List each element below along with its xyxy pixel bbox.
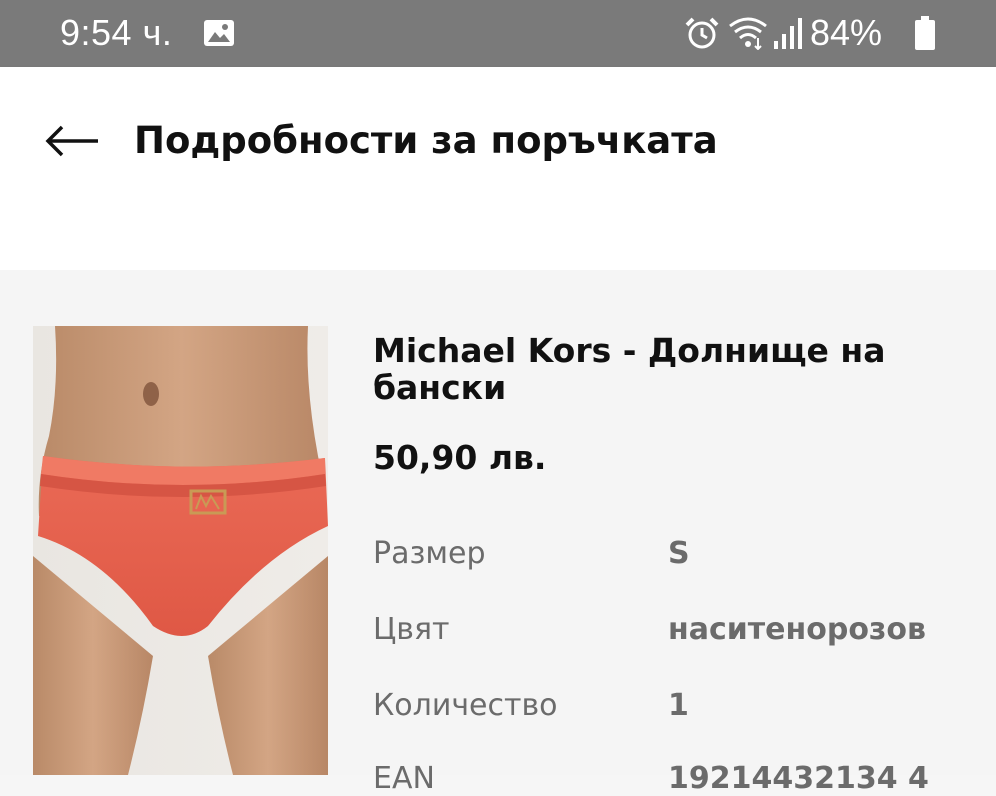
signal-icon — [774, 18, 802, 49]
size-value: S — [668, 536, 690, 571]
alarm-icon — [685, 17, 719, 49]
product-image[interactable] — [33, 326, 328, 775]
quantity-label: Количество — [373, 688, 558, 723]
wifi-icon — [729, 17, 767, 50]
quantity-value: 1 — [668, 688, 689, 723]
status-bar: 9:54 ч. 84% — [0, 0, 996, 67]
arrow-left-icon[interactable] — [44, 121, 100, 161]
color-value: наситенорозов — [668, 612, 926, 647]
ean-label: EAN — [373, 761, 435, 796]
gallery-icon — [204, 20, 234, 46]
status-icons: 84% — [676, 0, 996, 67]
product-title[interactable]: Michael Kors - Долнище на бански — [373, 332, 933, 406]
color-label: Цвят — [373, 612, 450, 647]
battery-icon — [915, 16, 935, 50]
order-item-card[interactable]: Michael Kors - Долнище на бански 50,90 л… — [0, 270, 996, 796]
size-label: Размер — [373, 536, 486, 571]
app-bar: Подробности за поръчката — [0, 67, 996, 218]
header-spacer — [0, 218, 996, 270]
status-time: 9:54 ч. — [60, 12, 173, 53]
product-price: 50,90 лв. — [373, 438, 547, 477]
battery-percent: 84% — [810, 12, 883, 53]
ean-value: 19214432134 4 — [668, 761, 929, 796]
page-title: Подробности за поръчката — [134, 119, 718, 162]
